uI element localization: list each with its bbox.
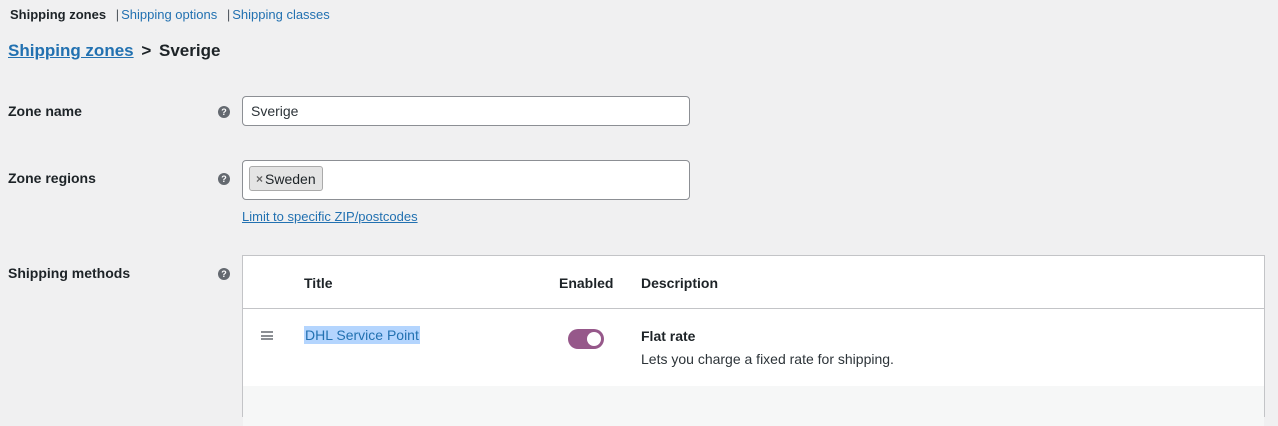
question-circle-icon[interactable]: ? bbox=[218, 268, 230, 280]
method-enabled-toggle[interactable] bbox=[568, 329, 604, 349]
shipping-methods-label: Shipping methods bbox=[8, 265, 131, 281]
subnav-separator: | bbox=[115, 7, 120, 22]
zone-regions-label: Zone regions bbox=[8, 170, 96, 186]
drag-handle-icon[interactable] bbox=[261, 331, 273, 340]
zone-regions-select[interactable]: × Sweden bbox=[242, 160, 690, 200]
table-row: DHL Service Point Flat rate Lets you cha… bbox=[243, 309, 1264, 386]
method-description: Lets you charge a fixed rate for shippin… bbox=[641, 351, 894, 367]
toggle-knob bbox=[587, 332, 601, 346]
tab-shipping-classes[interactable]: Shipping classes bbox=[232, 7, 330, 22]
breadcrumb: Shipping zones > Sverige bbox=[8, 41, 220, 61]
table-footer-area bbox=[243, 386, 1264, 426]
chip-remove-icon[interactable]: × bbox=[256, 172, 263, 186]
tab-shipping-options[interactable]: Shipping options bbox=[121, 7, 217, 22]
region-chip-label: Sweden bbox=[265, 170, 316, 187]
region-chip-sweden: × Sweden bbox=[249, 166, 323, 191]
breadcrumb-separator: > bbox=[141, 41, 152, 60]
zone-name-label: Zone name bbox=[8, 103, 82, 119]
breadcrumb-shipping-zones-link[interactable]: Shipping zones bbox=[8, 41, 134, 60]
breadcrumb-current: Sverige bbox=[159, 41, 221, 60]
question-circle-icon[interactable]: ? bbox=[218, 173, 230, 185]
method-type: Flat rate bbox=[641, 328, 696, 344]
zone-name-input[interactable] bbox=[242, 96, 690, 126]
column-header-title: Title bbox=[304, 275, 333, 291]
limit-postcodes-link[interactable]: Limit to specific ZIP/postcodes bbox=[242, 209, 418, 224]
question-circle-icon[interactable]: ? bbox=[218, 106, 230, 118]
shipping-subnav: Shipping zones | Shipping options | Shippi… bbox=[10, 7, 330, 22]
column-header-description: Description bbox=[641, 275, 719, 291]
column-header-enabled: Enabled bbox=[559, 275, 614, 291]
shipping-methods-table: Title Enabled Description DHL Service Po… bbox=[242, 255, 1265, 426]
subnav-separator: | bbox=[226, 7, 231, 22]
method-title-link[interactable]: DHL Service Point bbox=[304, 326, 420, 344]
tab-shipping-zones[interactable]: Shipping zones bbox=[10, 7, 106, 22]
